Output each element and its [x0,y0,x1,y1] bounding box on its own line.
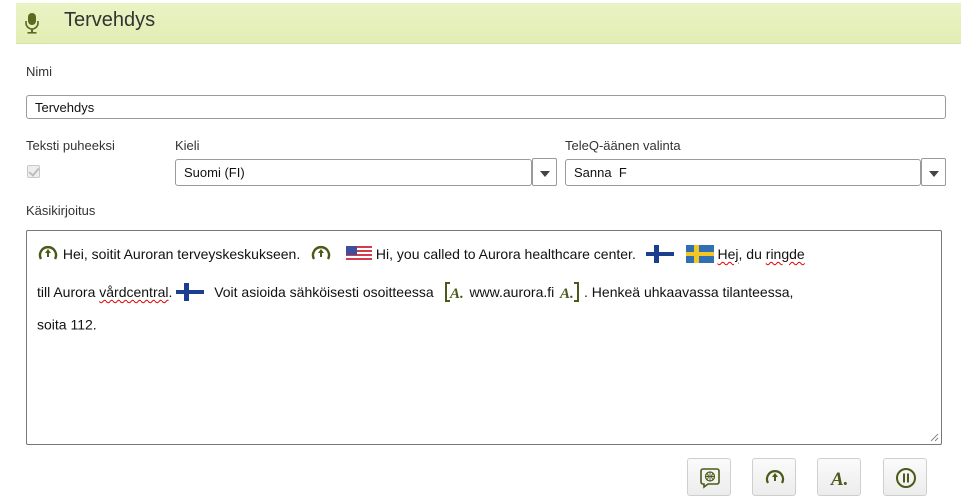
language-select-value: Suomi (FI) [184,165,245,180]
pause-marker-icon [311,246,331,260]
script-text: . [168,284,173,300]
script-text: Voit asioida sähköisesti osoitteessa [214,284,434,300]
script-text: , du [738,246,766,262]
svg-text:A.: A. [449,286,464,302]
script-text: soita 112. [37,316,97,333]
svg-text:A.: A. [559,286,574,302]
name-input[interactable]: Tervehdys [26,95,946,119]
name-input-value: Tervehdys [35,100,95,115]
script-line-1: Hei, soitit Auroran terveyskeskukseen. H… [37,243,805,265]
language-dropdown-button[interactable] [532,158,557,186]
page-title: Tervehdys [64,9,156,31]
spell-out-icon: A. [830,469,848,489]
insert-pause-marker-button[interactable] [752,458,796,496]
script-line-2: till Aurora vårdcentral. Voit asioida sä… [37,281,793,303]
script-text: ringde [765,246,805,262]
voice-dropdown-button[interactable] [921,158,946,186]
script-text: Hej [717,246,739,262]
voice-label: TeleQ-äänen valinta [565,138,681,153]
spell-out-icon: A. [444,282,464,302]
script-text: vårdcentral [99,284,169,300]
voice-select[interactable]: Sanna F [565,159,921,186]
script-text: Hei, soitit Auroran terveyskeskukseen. [62,246,301,262]
us-flag-icon [346,246,373,262]
tts-label: Teksti puheeksi [26,138,115,153]
insert-spell-out-button[interactable]: A. [817,458,861,496]
script-text: . Henkeä uhkaavassa tilanteessa, [584,284,794,300]
spell-out-icon: A. [559,282,580,302]
resize-handle-icon[interactable] [930,433,939,442]
pause-marker-icon [38,246,58,260]
language-icon [700,468,720,489]
pause-icon [896,468,916,488]
insert-pause-button[interactable] [883,458,927,496]
microphone-icon [25,13,39,34]
svg-text:A.: A. [830,469,848,489]
voice-select-value: Sanna F [574,165,627,180]
language-label: Kieli [175,138,200,153]
page-header: Tervehdys [16,3,961,44]
sweden-flag-icon [685,245,714,263]
finland-flag-icon [645,245,674,263]
name-label: Nimi [26,64,52,79]
tts-checkbox[interactable] [27,165,40,178]
script-text: www.aurora.fi [469,284,555,300]
finland-flag-icon [176,283,205,301]
script-text: till Aurora [37,284,100,300]
pause-marker-icon [765,470,785,484]
script-label: Käsikirjoitus [26,203,96,218]
script-editor[interactable]: Hei, soitit Auroran terveyskeskukseen. H… [26,230,942,445]
script-line-3: soita 112. [37,315,97,332]
insert-language-button[interactable] [687,458,731,496]
language-select[interactable]: Suomi (FI) [175,159,532,186]
script-text: Hi, you called to Aurora healthcare cent… [375,246,636,262]
